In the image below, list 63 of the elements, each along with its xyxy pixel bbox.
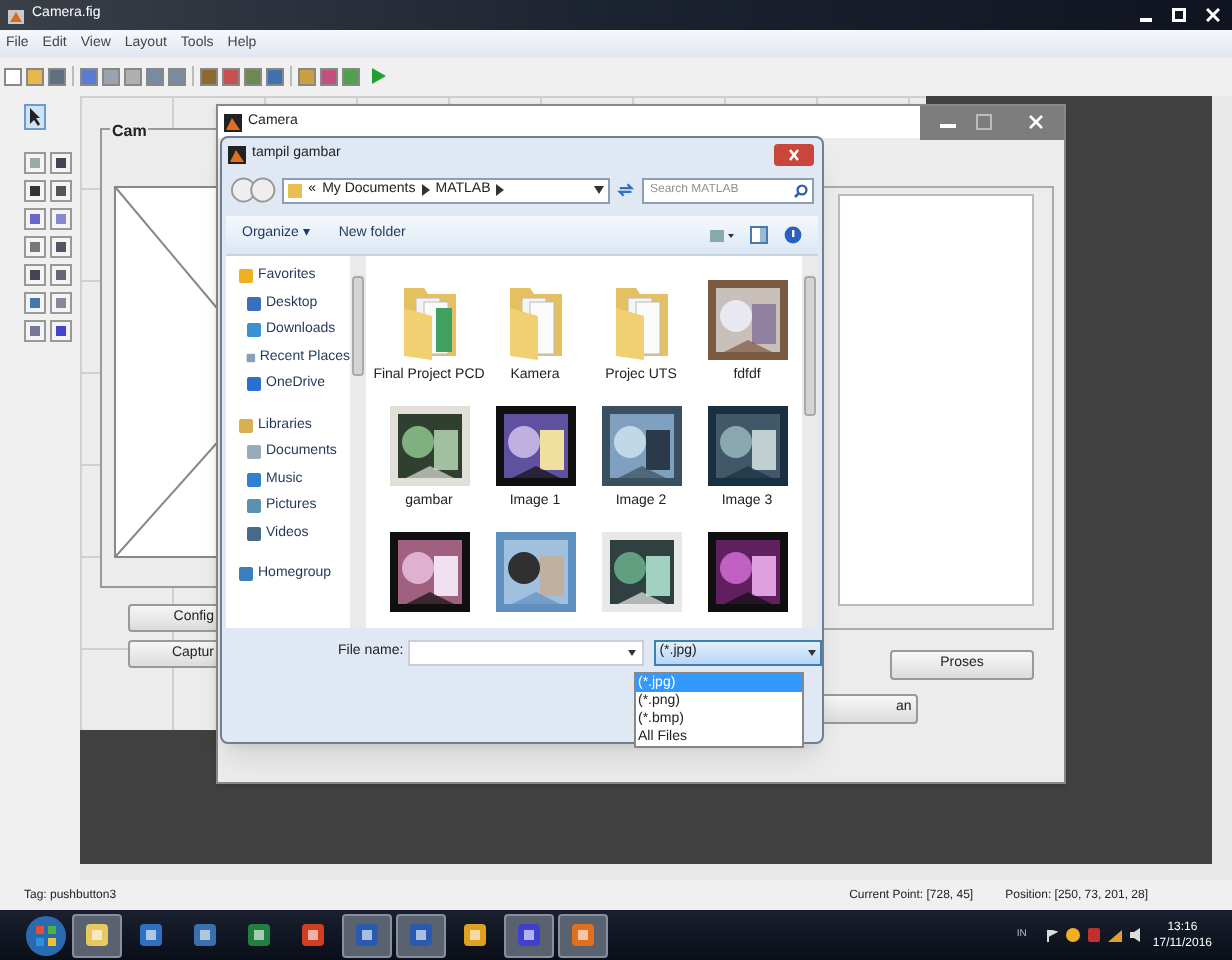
component-icon: [50, 208, 72, 230]
coin-icon: [1066, 928, 1081, 942]
component-icon: [50, 264, 72, 286]
taskbar-button[interactable]: [72, 913, 122, 957]
maximize-icon: [1172, 8, 1186, 22]
caret-icon: [627, 650, 636, 656]
component-icon: [24, 264, 46, 286]
component-icon: [50, 152, 72, 174]
folder-icon: [288, 182, 303, 198]
horizontal-scrollbar[interactable]: [80, 864, 1212, 880]
component-icon: [24, 236, 46, 258]
app-icon: [570, 922, 596, 948]
app-icon: [408, 922, 434, 948]
component-icon: [24, 180, 46, 202]
maximize-icon: [976, 114, 992, 130]
taskbar-button[interactable]: [504, 913, 554, 957]
app-icon: [6, 5, 26, 25]
component-icon: [50, 320, 72, 342]
speaker-icon: [1130, 928, 1145, 942]
component-icon: [24, 152, 46, 174]
close-icon: [1028, 114, 1044, 130]
pointer-icon: [24, 104, 46, 130]
component-icon: [24, 208, 46, 230]
preview-pane-icon: [750, 226, 768, 244]
flag-icon: [1046, 929, 1059, 941]
caret-icon: [594, 186, 605, 194]
close-icon: [1206, 8, 1220, 22]
app-icon: [224, 113, 242, 131]
taskbar-button[interactable]: [558, 913, 608, 957]
refresh-icon: [616, 180, 636, 200]
component-icon: [24, 320, 46, 342]
caret-icon: [808, 650, 816, 656]
app-icon: [228, 145, 246, 163]
chevron-icon: [421, 184, 430, 196]
taskbar-button[interactable]: [396, 913, 446, 957]
app-icon: [192, 922, 218, 948]
back-forward-icon: [230, 176, 277, 204]
component-icon: [50, 292, 72, 314]
scrollbar[interactable]: [350, 256, 366, 628]
app-icon: [246, 922, 272, 948]
component-icon: [50, 180, 72, 202]
app-icon: [84, 922, 110, 948]
help-icon: [784, 226, 802, 244]
app-icon: [354, 922, 380, 948]
shield-icon: [1088, 928, 1101, 942]
app-icon: [300, 922, 326, 948]
run-icon: [368, 66, 388, 86]
component-icon: [50, 236, 72, 258]
start-button-icon: [24, 913, 68, 957]
vertical-scrollbar[interactable]: [1212, 96, 1232, 880]
close-icon: [774, 143, 814, 165]
app-icon: [138, 922, 164, 948]
search-icon: [794, 183, 808, 197]
minimize-icon: [1140, 17, 1152, 21]
view-icon: [710, 227, 734, 243]
chevron-icon: [496, 184, 505, 196]
network-icon: [1108, 929, 1123, 941]
app-icon: [462, 922, 488, 948]
component-icon: [24, 292, 46, 314]
taskbar-button[interactable]: [342, 913, 392, 957]
file-name-field[interactable]: [407, 640, 644, 666]
app-icon: [516, 922, 542, 948]
scrollbar[interactable]: [802, 256, 818, 628]
